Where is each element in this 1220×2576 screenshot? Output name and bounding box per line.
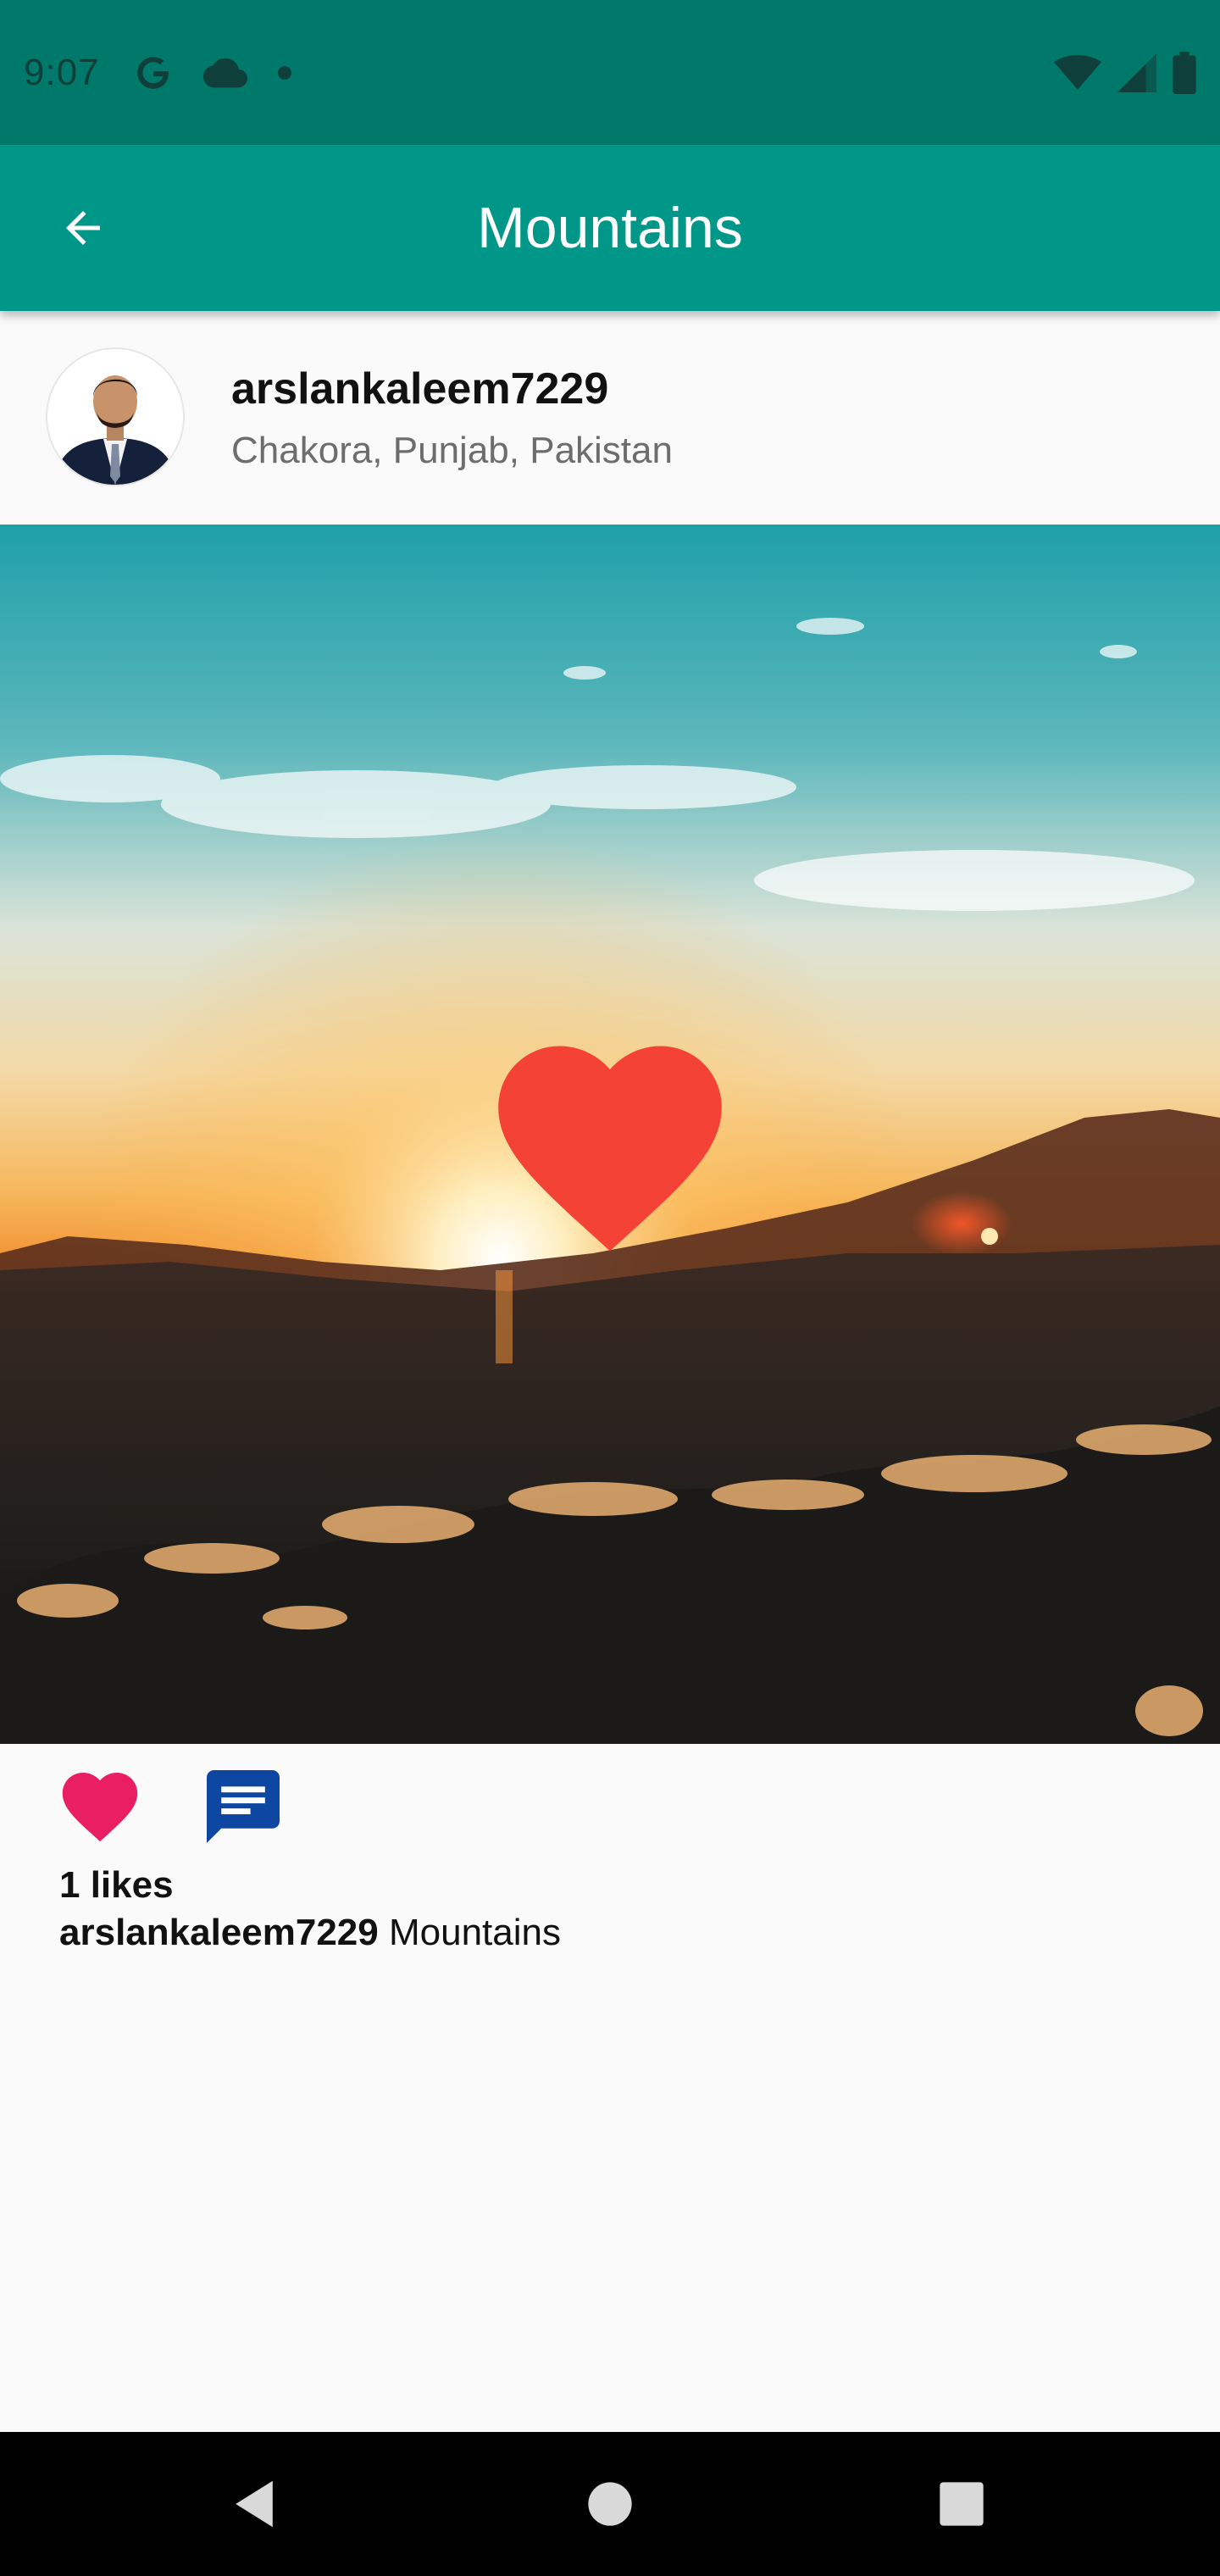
likes-count[interactable]: 1 likes [59, 1864, 174, 1907]
nav-recents-icon [940, 2482, 984, 2526]
page-title: Mountains [477, 196, 743, 260]
arrow-back-icon [66, 211, 100, 245]
wifi-icon [1054, 54, 1101, 90]
comment-button[interactable] [207, 1769, 280, 1844]
like-button[interactable] [61, 1773, 139, 1844]
nav-recents-button[interactable] [923, 2466, 1000, 2542]
status-bar: 9:07 [0, 0, 1220, 145]
navigation-bar [0, 2432, 1220, 2576]
cloud-icon [202, 58, 247, 87]
heart-icon [498, 1046, 722, 1252]
nav-back-icon [236, 2480, 273, 2528]
status-system-icons [1054, 51, 1196, 94]
caption-username[interactable]: arslankaleem7229 [59, 1912, 379, 1953]
heart-icon [62, 1773, 138, 1842]
status-notification-icons [132, 52, 293, 94]
nav-home-button[interactable] [572, 2466, 648, 2542]
google-icon [136, 56, 170, 89]
avatar-image [47, 349, 183, 485]
post-username[interactable]: arslankaleem7229 [231, 364, 608, 414]
nav-home-icon [588, 2482, 632, 2526]
cellular-signal-icon [1117, 53, 1156, 92]
comment-icon [207, 1770, 280, 1843]
post-location[interactable]: Chakora, Punjab, Pakistan [231, 430, 673, 472]
avatar[interactable] [47, 349, 183, 485]
post-header: arslankaleem7229 Chakora, Punjab, Pakist… [0, 311, 1220, 525]
post-actions [0, 1744, 1220, 1913]
battery-icon [1173, 51, 1196, 94]
dot-icon [277, 65, 291, 80]
nav-back-button[interactable] [216, 2466, 292, 2542]
back-button[interactable] [49, 194, 117, 262]
caption-text: Mountains [388, 1912, 561, 1953]
status-time: 9:07 [24, 51, 100, 93]
post-caption: arslankaleem7229 Mountains [59, 1912, 561, 1954]
app-bar: Mountains [0, 145, 1220, 311]
